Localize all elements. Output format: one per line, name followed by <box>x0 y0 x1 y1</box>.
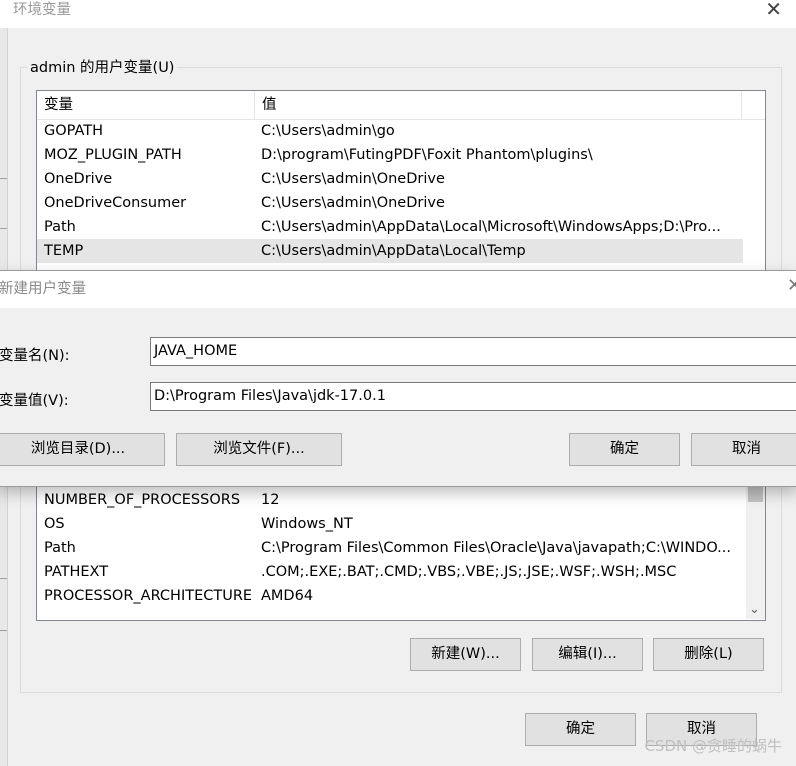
variable-value: AMD64 <box>261 588 314 604</box>
close-icon[interactable]: ✕ <box>765 0 782 19</box>
watermark: CSDN @贪睡的蜗牛 <box>644 737 782 755</box>
variable-value: .COM;.EXE;.BAT;.CMD;.VBS;.VBE;.JS;.JSE;.… <box>261 564 677 580</box>
column-header-value[interactable]: 值 <box>255 91 742 119</box>
variable-name: OneDrive <box>44 171 113 187</box>
variable-name: MOZ_PLUGIN_PATH <box>44 147 182 163</box>
variable-name-label: 变量名(N): <box>0 348 70 364</box>
divider <box>0 228 7 229</box>
variable-value-label: 变量值(V): <box>0 393 69 409</box>
divider <box>0 578 7 579</box>
user-variables-group-label: admin 的用户变量(U) <box>27 58 178 78</box>
table-row[interactable]: OneDrive C:\Users\admin\OneDrive <box>37 167 743 191</box>
new-system-variable-button[interactable]: 新建(W)... <box>410 638 521 671</box>
table-row[interactable]: GOPATH C:\Users\admin\go <box>37 119 743 143</box>
ok-button[interactable]: 确定 <box>525 713 636 746</box>
dialog-title: 新建用户变量 <box>0 281 86 297</box>
dialog-ok-button[interactable]: 确定 <box>569 433 680 466</box>
list-header: 变量 值 <box>37 91 765 120</box>
variable-name: OS <box>44 516 65 532</box>
table-row[interactable]: MOZ_PLUGIN_PATH D:\program\FutingPDF\Fox… <box>37 143 743 167</box>
window-titlebar <box>0 0 796 28</box>
divider <box>0 630 7 631</box>
variable-value-input[interactable]: D:\Program Files\Java\jdk-17.0.1 <box>150 382 796 411</box>
table-row[interactable]: Path C:\Users\admin\AppData\Local\Micros… <box>37 215 743 239</box>
variable-name: PATHEXT <box>44 564 109 580</box>
variable-value: C:\Users\admin\AppData\Local\Temp <box>261 243 526 259</box>
variable-value: C:\Program Files\Common Files\Oracle\Jav… <box>261 540 731 556</box>
browse-file-button[interactable]: 浏览文件(F)... <box>176 433 342 466</box>
variable-name: Path <box>44 219 76 235</box>
chevron-down-icon[interactable]: ⌄ <box>749 603 760 617</box>
vertical-scrollbar[interactable]: ⌄ <box>746 478 765 619</box>
variable-value: 12 <box>261 492 280 508</box>
table-row[interactable]: PATHEXT .COM;.EXE;.BAT;.CMD;.VBS;.VBE;.J… <box>37 560 743 584</box>
variable-value: C:\Users\admin\OneDrive <box>261 171 445 187</box>
table-row-selected[interactable]: TEMP C:\Users\admin\AppData\Local\Temp <box>37 239 743 263</box>
new-user-variable-dialog: 新建用户变量 ✕ 变量名(N): JAVA_HOME 变量值(V): D:\Pr… <box>0 270 796 487</box>
delete-system-variable-button[interactable]: 删除(L) <box>653 638 764 671</box>
variable-name: PROCESSOR_ARCHITECTURE <box>44 588 253 604</box>
browse-directory-button[interactable]: 浏览目录(D)... <box>0 433 165 466</box>
table-row[interactable]: NUMBER_OF_PROCESSORS 12 <box>37 488 743 512</box>
table-row[interactable]: OneDriveConsumer C:\Users\admin\OneDrive <box>37 191 743 215</box>
variable-value: D:\program\FutingPDF\Foxit Phantom\plugi… <box>261 147 593 163</box>
table-row[interactable]: OS Windows_NT <box>37 512 743 536</box>
table-row[interactable]: PROCESSOR_ARCHITECTURE AMD64 <box>37 584 743 608</box>
dialog-titlebar <box>0 271 796 308</box>
column-header-variable[interactable]: 变量 <box>37 91 255 119</box>
user-variables-list[interactable]: 变量 值 GOPATH C:\Users\admin\go MOZ_PLUGIN… <box>36 90 766 274</box>
variable-name: GOPATH <box>44 123 104 139</box>
system-variables-list[interactable]: NUMBER_OF_PROCESSORS 12 OS Windows_NT Pa… <box>36 478 766 621</box>
variable-name: OneDriveConsumer <box>44 195 187 211</box>
variable-value: Windows_NT <box>261 516 353 532</box>
variable-name-input[interactable]: JAVA_HOME <box>150 337 796 366</box>
variable-value: C:\Users\admin\OneDrive <box>261 195 445 211</box>
dialog-cancel-button[interactable]: 取消 <box>691 433 796 466</box>
edit-system-variable-button[interactable]: 编辑(I)... <box>532 638 643 671</box>
variable-name: Path <box>44 540 76 556</box>
close-icon[interactable]: ✕ <box>787 275 796 296</box>
window-title: 环境变量 <box>13 2 71 18</box>
variable-name: NUMBER_OF_PROCESSORS <box>44 492 241 508</box>
variable-name: TEMP <box>44 243 84 259</box>
table-row[interactable]: Path C:\Program Files\Common Files\Oracl… <box>37 536 743 560</box>
variable-value: C:\Users\admin\go <box>261 123 395 139</box>
divider <box>0 178 7 179</box>
variable-value: C:\Users\admin\AppData\Local\Microsoft\W… <box>261 219 721 235</box>
